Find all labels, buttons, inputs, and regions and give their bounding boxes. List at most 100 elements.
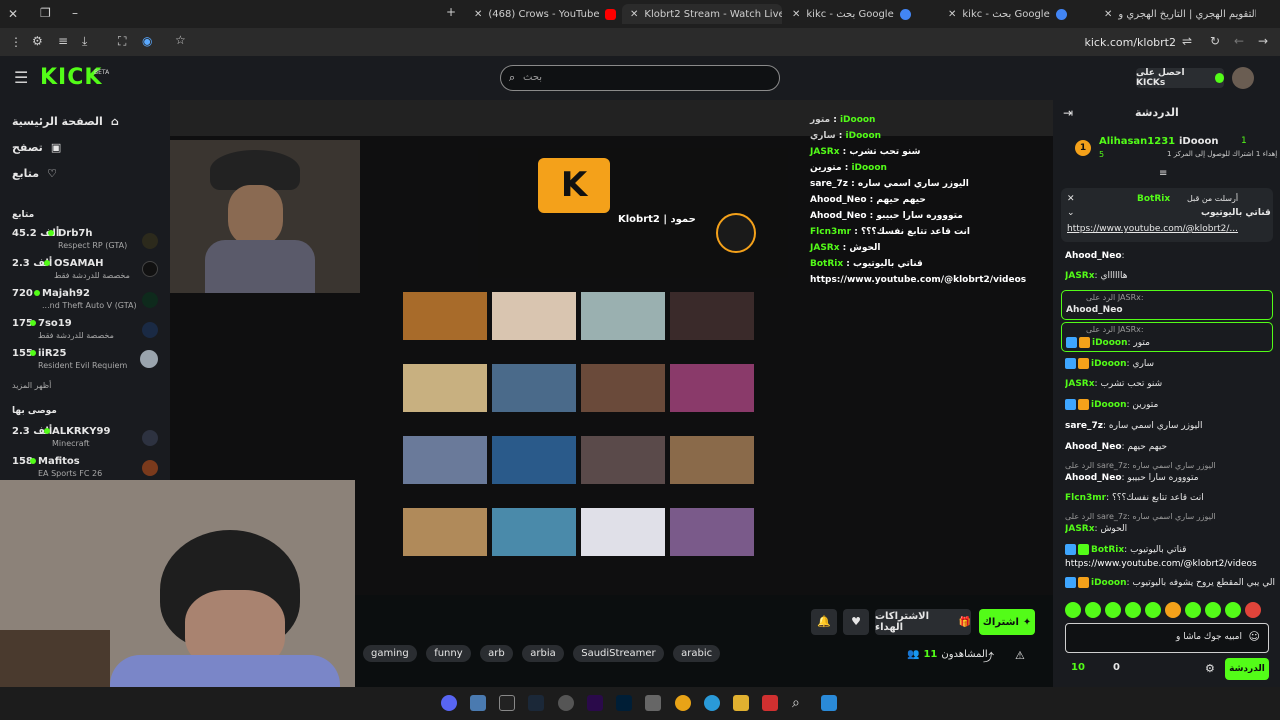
emoji-icon[interactable]: ☺ [1249, 630, 1260, 643]
emote-icon[interactable] [1245, 602, 1261, 618]
tag-pill[interactable]: arb [480, 645, 513, 662]
audio-icon[interactable]: ◉ [142, 34, 152, 48]
tag-pill[interactable]: gaming [363, 645, 417, 662]
video-thumbnail [403, 292, 487, 340]
nav-browse[interactable]: ▣ تصفح [12, 138, 162, 156]
window-close-icon[interactable]: ✕ [8, 7, 18, 21]
close-icon[interactable]: ✕ [474, 9, 482, 20]
epic-games-icon[interactable] [499, 695, 515, 711]
gift-subs-button[interactable]: الاشتراكات الهداء 🎁 [875, 609, 971, 635]
emote-icon[interactable] [1105, 602, 1121, 618]
live-dot [30, 320, 36, 326]
close-icon[interactable]: ✕ [1104, 9, 1112, 20]
sidebar-channel-majah92[interactable]: 720 Majah92 ...nd Theft Auto V (GTA) [12, 288, 162, 316]
obs-icon[interactable] [558, 695, 574, 711]
sidebar: ⌂ الصفحة الرئيسية ▣ تصفح ♡ متابع متابع 4… [0, 100, 170, 480]
emote-icon[interactable] [1225, 602, 1241, 618]
chrome-icon[interactable] [675, 695, 691, 711]
discord-icon[interactable] [441, 695, 457, 711]
points-balance: 0 [1113, 662, 1120, 673]
emote-icon[interactable] [1165, 602, 1181, 618]
overlay-chat-line: https://www.youtube.com/@klobrt2/videos [810, 275, 1027, 285]
download-icon[interactable]: ⤓ [82, 34, 87, 49]
sidebar-channel-alkrky99[interactable]: 2.3 ألف ALKRKY99 Minecraft [12, 426, 162, 454]
forward-icon[interactable]: ← [1234, 34, 1244, 48]
tab-hijri[interactable]: ✕ التقويم الهجري | التاريخ الهجري و... [1096, 4, 1256, 24]
tag-pill[interactable]: SaudiStreamer [573, 645, 664, 662]
chat-message: Flcn3mr: انت قاعد تتابع نفسك؟؟؟ [1065, 493, 1204, 503]
subscribe-button[interactable]: اشتراك ✦ [979, 609, 1035, 635]
back-icon[interactable]: → [1258, 34, 1268, 48]
app-icon[interactable] [762, 695, 778, 711]
photoshop-icon[interactable] [616, 695, 632, 711]
chevron-down-icon[interactable]: ⌄ [1067, 208, 1075, 218]
expand-leaderboard-icon[interactable]: ≡ [1159, 168, 1167, 179]
close-icon[interactable]: ✕ [630, 9, 638, 20]
tab-google-1[interactable]: ✕ kikc - بحث Google [784, 4, 934, 24]
folder-icon[interactable] [733, 695, 749, 711]
emote-icon[interactable] [1085, 602, 1101, 618]
tab-kick[interactable]: ✕ Klobrt2 Stream - Watch Live [622, 4, 782, 24]
nav-following[interactable]: ♡ متابع [12, 164, 162, 182]
screenshot-icon[interactable]: ⛶ [118, 34, 126, 49]
search-input[interactable]: ⌕ بحث [500, 65, 780, 91]
hamburger-menu-icon[interactable]: ☰ [14, 68, 28, 87]
url-field[interactable]: kick.com/klobrt2 [1070, 36, 1176, 49]
sidebar-channel-osamah[interactable]: 2.3 ألف OSAMAH مخصصة للدردشة فقط [12, 258, 162, 286]
tab-google-2[interactable]: ✕ kikc - بحث Google [940, 4, 1090, 24]
follow-heart-button[interactable]: ♥ [843, 609, 869, 635]
emote-icon[interactable] [1145, 602, 1161, 618]
nav-home[interactable]: ⌂ الصفحة الرئيسية [12, 112, 162, 130]
emote-icon[interactable] [1125, 602, 1141, 618]
window-minimize-icon[interactable]: – [72, 6, 78, 20]
tag-pill[interactable]: arbia [522, 645, 564, 662]
tag-pill[interactable]: funny [426, 645, 471, 662]
tag-pill[interactable]: arabic [673, 645, 721, 662]
sidebar-channel-iir25[interactable]: 155 iiR25 Resident Evil Requiem [12, 348, 162, 376]
stream-tags: gaming funny arb arbia SaudiStreamer ara… [363, 645, 783, 662]
edge-icon[interactable] [704, 695, 720, 711]
stream-chat-overlay: متور : iDooon ساري : iDooon JASRx : شنو … [810, 112, 1027, 292]
notifications-button[interactable]: 🔔 [811, 609, 837, 635]
tune-icon[interactable]: ⇌ [1182, 34, 1192, 48]
store-icon[interactable] [645, 695, 661, 711]
search-icon[interactable]: ⌕ [792, 695, 808, 711]
video-thumbnail [670, 292, 754, 340]
close-icon[interactable]: ✕ [792, 9, 800, 20]
channel-avatar [716, 213, 756, 253]
show-more-link[interactable]: أظهر المزيد [12, 381, 51, 390]
chat-input[interactable]: امبيه جوك ماشا و ☺ [1065, 623, 1269, 653]
emote-icon[interactable] [1185, 602, 1201, 618]
collapse-chat-icon[interactable]: ⇥ [1063, 106, 1073, 120]
live-dot [44, 260, 50, 266]
avatar [142, 233, 158, 249]
get-kicks-button[interactable]: احصل على KICKs [1136, 68, 1224, 88]
tab-youtube[interactable]: ✕ (468) Crows - YouTube [466, 4, 616, 24]
overlay-chat-line: Ahood_Neo : متوووره سارا حبيبو [810, 211, 963, 221]
windows-start-icon[interactable] [821, 695, 837, 711]
avatar[interactable] [1232, 67, 1254, 89]
sidebar-channel-drb7h[interactable]: 45.2 ألف Drb7h Respect RP (GTA) [12, 228, 162, 256]
hat-shape [210, 150, 300, 190]
site-header: ☰ KICK BETA ⌕ بحث احصل على KICKs [0, 56, 1280, 100]
steam-icon[interactable] [528, 695, 544, 711]
shield-icon[interactable] [470, 695, 486, 711]
bookmark-star-icon[interactable]: ☆ [175, 33, 186, 47]
reload-icon[interactable]: ↻ [1210, 34, 1220, 48]
extension-icon[interactable]: ⚙ [32, 34, 43, 48]
send-chat-button[interactable]: الدردشة [1225, 658, 1269, 680]
emote-icon[interactable] [1205, 602, 1221, 618]
settings-icon[interactable]: ≡ [58, 34, 68, 48]
following-section-title: متابع [12, 210, 35, 220]
menu-dots-icon[interactable]: ⋮ [10, 35, 22, 49]
report-icon[interactable]: ⚠ [1015, 649, 1025, 662]
close-icon[interactable]: ✕ [948, 9, 956, 20]
live-dot [34, 290, 40, 296]
premiere-icon[interactable] [587, 695, 603, 711]
sidebar-channel-7so19[interactable]: 175 7so19 مخصصة للدردشة فقط [12, 318, 162, 346]
gear-icon[interactable]: ⚙ [1205, 662, 1215, 675]
pinned-link[interactable]: https://www.youtube.com/@klobrt2/... [1067, 224, 1267, 234]
emote-icon[interactable] [1065, 602, 1081, 618]
window-restore-icon[interactable]: ❐ [40, 6, 51, 20]
new-tab-icon[interactable]: + [446, 5, 456, 19]
